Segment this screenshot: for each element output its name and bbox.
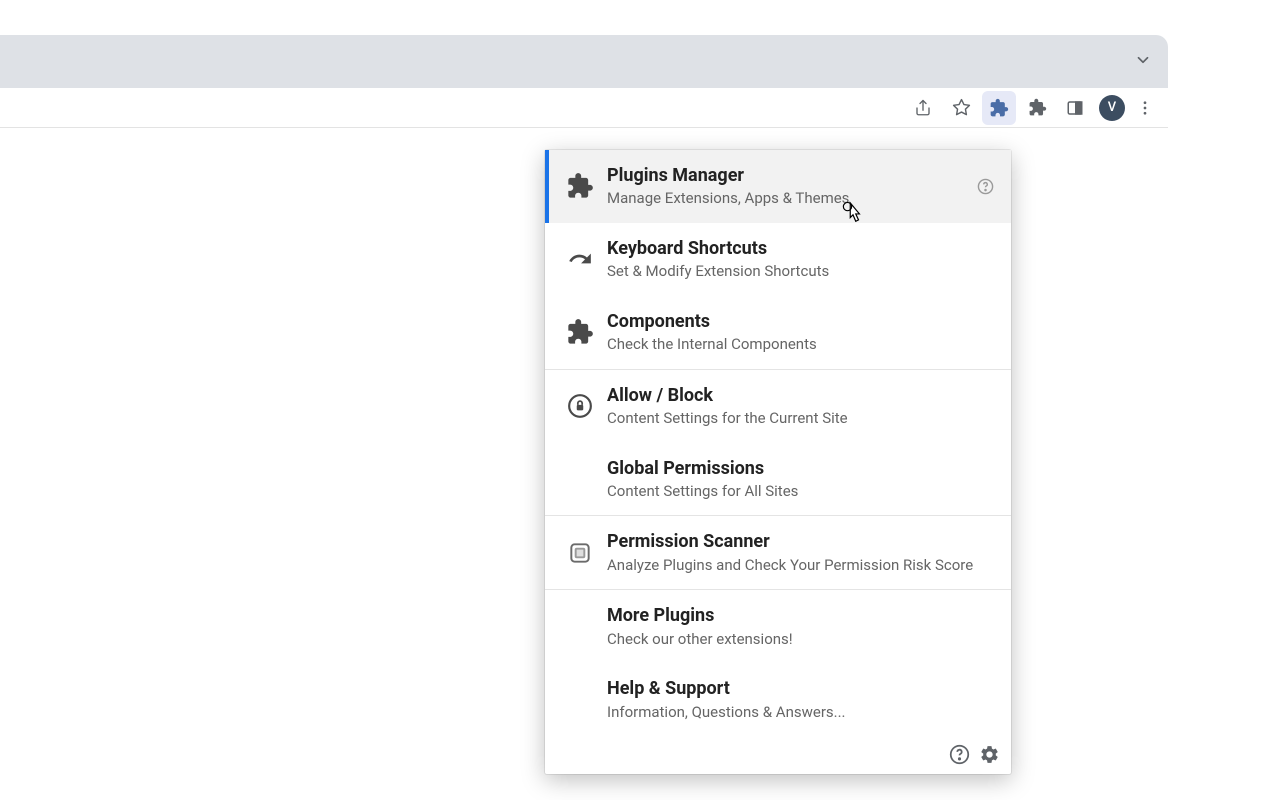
puzzle-icon	[553, 318, 607, 346]
menu-item-title: Keyboard Shortcuts	[607, 237, 999, 260]
menu-item-plugins-manager[interactable]: Plugins Manager Manage Extensions, Apps …	[545, 150, 1011, 223]
menu-item-title: Plugins Manager	[607, 164, 971, 187]
menu-item-title: Components	[607, 310, 999, 333]
menu-item-global-permissions[interactable]: Global Permissions Content Settings for …	[545, 443, 1011, 516]
tabs-dropdown-button[interactable]	[1128, 45, 1158, 79]
popup-footer	[545, 736, 1011, 768]
menu-item-subtitle: Content Settings for the Current Site	[607, 409, 999, 429]
extension-popup: Plugins Manager Manage Extensions, Apps …	[545, 150, 1011, 774]
menu-item-more-plugins[interactable]: More Plugins Check our other extensions!	[545, 590, 1011, 663]
puzzle-icon	[553, 172, 607, 200]
plugins-manager-extension-icon[interactable]	[982, 91, 1016, 125]
share-icon[interactable]	[906, 91, 940, 125]
menu-item-subtitle: Set & Modify Extension Shortcuts	[607, 262, 999, 282]
menu-item-subtitle: Check our other extensions!	[607, 630, 999, 650]
extensions-icon[interactable]	[1020, 91, 1054, 125]
gear-icon[interactable]	[977, 742, 1001, 766]
browser-toolbar: V	[0, 88, 1168, 128]
menu-item-help-support[interactable]: Help & Support Information, Questions & …	[545, 663, 1011, 736]
menu-item-permission-scanner[interactable]: Permission Scanner Analyze Plugins and C…	[545, 516, 1011, 589]
redo-arrow-icon	[553, 246, 607, 272]
help-icon[interactable]	[971, 178, 999, 195]
menu-item-subtitle: Analyze Plugins and Check Your Permissio…	[607, 556, 999, 576]
side-panel-icon[interactable]	[1058, 91, 1092, 125]
menu-item-subtitle: Check the Internal Components	[607, 335, 999, 355]
menu-item-title: More Plugins	[607, 604, 999, 627]
menu-item-keyboard-shortcuts[interactable]: Keyboard Shortcuts Set & Modify Extensio…	[545, 223, 1011, 296]
tab-strip	[0, 35, 1168, 88]
menu-item-title: Permission Scanner	[607, 530, 999, 553]
bookmark-star-icon[interactable]	[944, 91, 978, 125]
lock-circle-icon	[553, 393, 607, 419]
menu-item-title: Help & Support	[607, 677, 999, 700]
menu-item-subtitle: Information, Questions & Answers...	[607, 703, 999, 723]
scanner-icon	[553, 540, 607, 566]
menu-item-subtitle: Content Settings for All Sites	[607, 482, 999, 502]
menu-item-subtitle: Manage Extensions, Apps & Themes	[607, 189, 971, 209]
menu-item-title: Global Permissions	[607, 457, 999, 480]
menu-item-title: Allow / Block	[607, 384, 999, 407]
profile-avatar[interactable]: V	[1099, 95, 1125, 121]
help-icon[interactable]	[947, 742, 971, 766]
menu-item-allow-block[interactable]: Allow / Block Content Settings for the C…	[545, 370, 1011, 443]
menu-item-components[interactable]: Components Check the Internal Components	[545, 296, 1011, 369]
kebab-menu-icon[interactable]	[1132, 91, 1158, 125]
